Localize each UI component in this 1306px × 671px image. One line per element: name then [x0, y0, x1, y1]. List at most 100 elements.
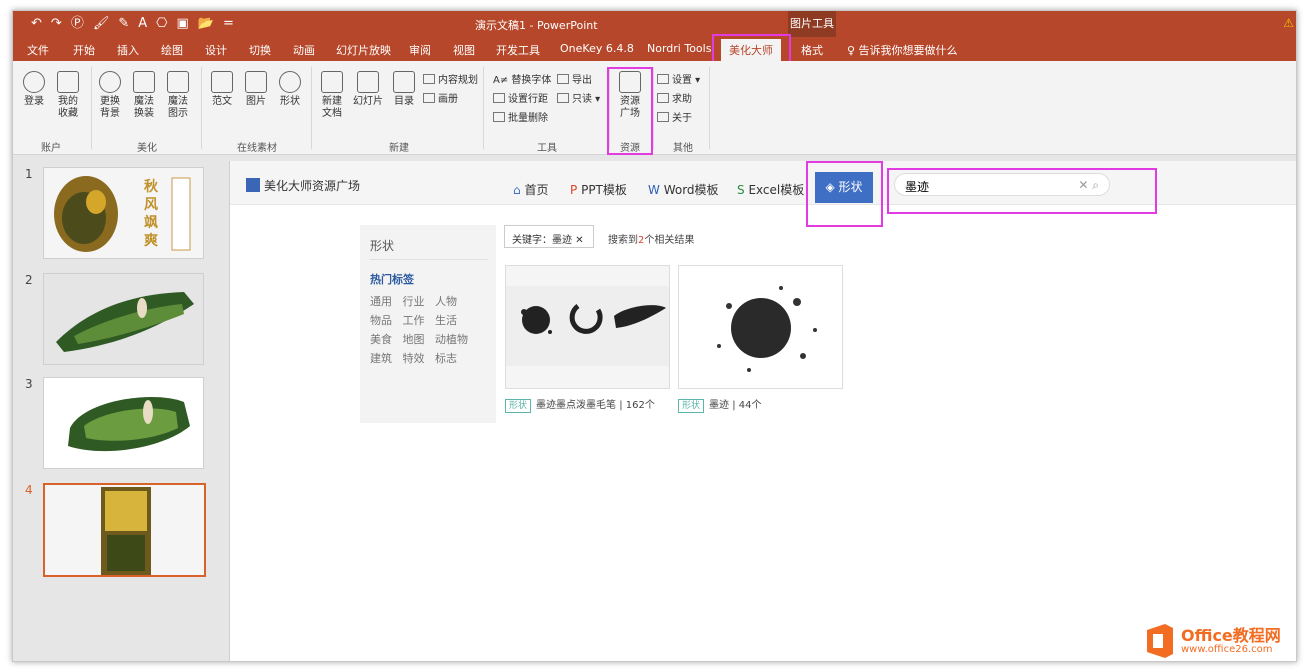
warning-icon[interactable]: ⚠ — [1283, 16, 1294, 30]
excel-icon: S — [737, 183, 745, 197]
tag-row[interactable]: 物品 工作 生活 — [370, 312, 457, 328]
highlight-shapes-tab — [806, 161, 883, 227]
slide-thumbnail-3[interactable] — [43, 377, 204, 469]
quick-access-toolbar: ↶ ↷ Ⓟ 🖌 ✎ A ⎔ ▣ 📂 = — [31, 16, 234, 32]
ribbon-separator — [311, 67, 312, 149]
tab-slideshow[interactable]: 幻灯片放映 — [336, 42, 391, 58]
tab-transitions[interactable]: 切换 — [249, 42, 271, 58]
nav-excel-templates[interactable]: S Excel模板 — [737, 181, 804, 198]
login-button[interactable]: 登录 — [19, 71, 49, 108]
settings-button[interactable]: 设置 ▾ — [657, 71, 700, 86]
album-button[interactable]: 画册 — [423, 90, 458, 105]
group-account: 账户 — [41, 143, 61, 154]
chip-close-icon[interactable]: ✕ — [575, 235, 583, 246]
content-plan-icon — [423, 74, 435, 84]
resource-logo[interactable]: 美化大师资源广场 — [246, 177, 360, 194]
change-background-button[interactable]: 更换 背景 — [95, 71, 125, 120]
ribbon-separator — [201, 67, 202, 149]
tab-design[interactable]: 设计 — [205, 42, 227, 58]
replace-font-button[interactable]: A≠ 替换字体 — [493, 71, 551, 86]
brush-icon[interactable]: 🖌 — [93, 16, 110, 32]
group-online-material: 在线素材 — [237, 143, 277, 154]
tab-developer[interactable]: 开发工具 — [496, 42, 540, 58]
ppt-icon: P — [570, 183, 578, 197]
line-spacing-button[interactable]: 设置行距 — [493, 90, 548, 105]
readonly-button[interactable]: 只读 ▾ — [557, 90, 600, 105]
new-slide-button[interactable]: 幻灯片 — [351, 71, 385, 108]
shapes-icon[interactable]: ⎔ — [156, 16, 167, 32]
customize-qat-icon[interactable]: = — [223, 16, 234, 32]
filter-title: 形状 — [370, 239, 395, 253]
group-tools: 工具 — [537, 143, 557, 154]
nav-ppt-templates[interactable]: P PPT模板 — [570, 181, 627, 198]
pen-icon[interactable]: ✎ — [118, 16, 129, 32]
slide-2-art — [56, 292, 194, 352]
content-plan-button[interactable]: 内容规划 — [423, 71, 478, 86]
powerpoint-window: ↶ ↷ Ⓟ 🖌 ✎ A ⎔ ▣ 📂 = 演示文稿1 - PowerPoint 图… — [12, 10, 1297, 662]
slide-thumbnail-pane: 1 秋 风 飒 爽 2 3 4 — [13, 155, 221, 661]
result-card-1[interactable] — [505, 265, 670, 389]
picture-icon — [245, 71, 267, 93]
tab-format[interactable]: 格式 — [801, 42, 823, 58]
tag-row[interactable]: 建筑 特效 标志 — [370, 350, 457, 366]
sample-doc-button[interactable]: 范文 — [207, 71, 237, 108]
slide-number: 2 — [25, 273, 33, 287]
tell-me-search[interactable]: ♀ 告诉我你想要做什么 — [847, 42, 958, 58]
shape-button[interactable]: 形状 — [275, 71, 305, 108]
keyword-chip[interactable]: 关键字：墨迹 ✕ — [504, 225, 594, 248]
help-button[interactable]: 求助 — [657, 90, 692, 105]
shape-icon — [279, 71, 301, 93]
office-logo-icon — [1147, 624, 1173, 658]
nav-word-templates[interactable]: W Word模板 — [648, 181, 719, 198]
slide-1-art — [54, 176, 191, 252]
tab-draw[interactable]: 绘图 — [161, 42, 183, 58]
ink-brush-preview — [506, 286, 669, 366]
tag-row[interactable]: 美食 地图 动植物 — [370, 331, 468, 347]
slide-thumbnail-1[interactable]: 秋 风 飒 爽 — [43, 167, 204, 259]
ink-splash-preview — [717, 286, 817, 372]
undo-icon[interactable]: ↶ — [31, 16, 42, 32]
group-beautify: 美化 — [137, 143, 157, 154]
ribbon-separator — [91, 67, 92, 149]
export-button[interactable]: 导出 — [557, 71, 592, 86]
save-icon[interactable]: ▣ — [177, 16, 189, 32]
highlight-search — [887, 168, 1157, 214]
export-icon — [557, 74, 569, 84]
result-card-2[interactable] — [678, 265, 843, 389]
title-bar: ↶ ↷ Ⓟ 🖌 ✎ A ⎔ ▣ 📂 = 演示文稿1 - PowerPoint 图… — [13, 11, 1296, 37]
present-icon[interactable]: Ⓟ — [71, 16, 84, 32]
tab-home[interactable]: 开始 — [73, 42, 95, 58]
delete-icon — [493, 112, 505, 122]
result-caption-2[interactable]: 形状 墨迹 | 44个 — [678, 396, 761, 413]
picture-button[interactable]: 图片 — [241, 71, 271, 108]
album-icon — [423, 93, 435, 103]
window-title: 演示文稿1 - PowerPoint — [475, 19, 598, 32]
font-color-icon[interactable]: A — [138, 16, 147, 32]
refresh-icon — [99, 71, 121, 93]
about-button[interactable]: 关于 — [657, 109, 692, 124]
tab-nordri[interactable]: Nordri Tools — [647, 42, 711, 55]
slide-1-title: 秋 风 飒 爽 — [144, 179, 158, 249]
slide-thumbnail-2[interactable] — [43, 273, 204, 365]
tag-row[interactable]: 通用 行业 人物 — [370, 293, 457, 309]
tab-view[interactable]: 视图 — [453, 42, 475, 58]
slide-thumbnail-4[interactable] — [43, 483, 206, 577]
redo-icon[interactable]: ↷ — [51, 16, 62, 32]
tab-animations[interactable]: 动画 — [293, 42, 315, 58]
watermark-url: www.office26.com — [1181, 644, 1273, 655]
tab-insert[interactable]: 插入 — [117, 42, 139, 58]
nav-home[interactable]: ⌂ 首页 — [513, 181, 548, 198]
batch-delete-button[interactable]: 批量删除 — [493, 109, 548, 124]
tab-onekey[interactable]: OneKey 6.4.8 — [560, 42, 634, 55]
open-icon[interactable]: 📂 — [198, 16, 214, 32]
new-document-button[interactable]: 新建 文档 — [317, 71, 347, 120]
word-icon: W — [648, 183, 660, 197]
tab-file[interactable]: 文件 — [27, 42, 49, 58]
magic-diagram-button[interactable]: 魔法 图示 — [163, 71, 193, 120]
favorites-button[interactable]: 我的 收藏 — [53, 71, 83, 120]
toc-button[interactable]: 目录 — [389, 71, 419, 108]
tab-review[interactable]: 审阅 — [409, 42, 431, 58]
magic-outfit-button[interactable]: 魔法 换装 — [129, 71, 159, 120]
group-other: 其他 — [673, 143, 693, 154]
result-caption-1[interactable]: 形状 墨迹墨点泼墨毛笔 | 162个 — [505, 396, 655, 413]
